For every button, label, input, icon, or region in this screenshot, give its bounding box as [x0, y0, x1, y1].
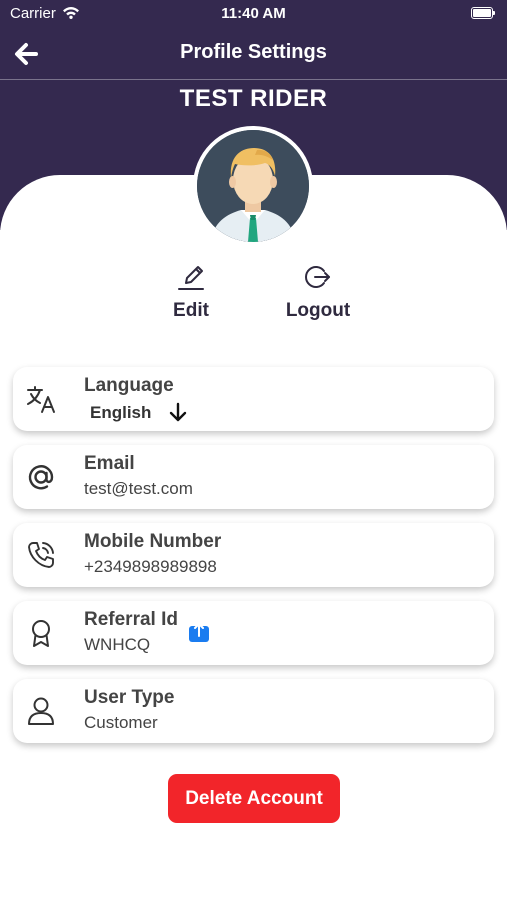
arrow-down-icon[interactable]: [167, 401, 189, 423]
logout-label: Logout: [285, 300, 351, 321]
battery-icon: [471, 7, 495, 19]
language-card[interactable]: Language English: [13, 367, 494, 431]
email-title: Email: [84, 453, 135, 474]
share-icon[interactable]: [188, 621, 210, 643]
ribbon-award-icon: [25, 617, 57, 649]
edit-button[interactable]: Edit: [161, 262, 221, 322]
referral-card: Referral Id WNHCQ: [13, 601, 494, 665]
logout-button[interactable]: Logout: [277, 262, 359, 322]
nav-bar: Profile Settings: [0, 28, 507, 78]
user-type-title: User Type: [84, 687, 175, 708]
delete-account-button[interactable]: Delete Account: [168, 774, 340, 823]
mobile-title: Mobile Number: [84, 531, 222, 552]
user-name: TEST RIDER: [179, 85, 328, 112]
language-title: Language: [84, 375, 174, 396]
avatar-image: [197, 130, 309, 242]
user-type-value: Customer: [84, 713, 158, 732]
status-bar: Carrier 11:40 AM: [0, 0, 507, 28]
phone-icon: [25, 539, 57, 571]
email-card: Email test@test.com: [13, 445, 494, 509]
user-icon: [25, 695, 57, 727]
translate-icon: [25, 383, 57, 415]
nav-divider: [0, 79, 507, 80]
logout-icon: [277, 262, 359, 297]
language-value[interactable]: English: [90, 403, 151, 423]
avatar[interactable]: [193, 126, 313, 246]
email-value: test@test.com: [84, 479, 193, 498]
page-title: Profile Settings: [180, 41, 327, 63]
user-type-card: User Type Customer: [13, 679, 494, 743]
status-time: 11:40 AM: [221, 5, 286, 22]
pencil-icon: [161, 262, 221, 297]
mobile-card: Mobile Number +2349898989898: [13, 523, 494, 587]
at-sign-icon: [25, 461, 57, 493]
edit-label: Edit: [173, 300, 209, 321]
referral-title: Referral Id: [84, 609, 178, 630]
mobile-value: +2349898989898: [84, 557, 217, 576]
referral-value: WNHCQ: [84, 635, 151, 654]
